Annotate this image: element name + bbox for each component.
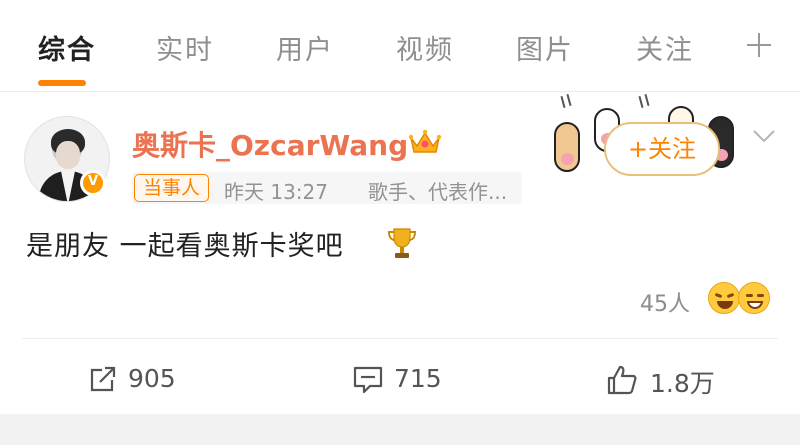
follow-button[interactable]: +关注	[604, 122, 720, 176]
thumb-up-icon	[607, 365, 637, 395]
like-count: 1.8万	[650, 369, 715, 398]
chevron-down-icon[interactable]	[752, 124, 776, 148]
grinning-emoji-icon[interactable]	[738, 282, 770, 314]
divider	[22, 338, 778, 339]
laughing-emoji-icon[interactable]	[708, 282, 740, 314]
feed-separator	[0, 414, 800, 445]
tab-following[interactable]: 关注	[636, 28, 694, 67]
repost-button[interactable]: 905	[88, 362, 188, 396]
status-badge: 当事人	[134, 174, 210, 202]
comment-count: 715	[394, 364, 442, 393]
active-tab-indicator	[38, 80, 86, 86]
author-description: 歌手、代表作...	[368, 180, 508, 204]
plus-icon[interactable]	[744, 30, 774, 60]
reaction-count[interactable]: 45人	[640, 286, 690, 318]
trophy-icon	[387, 228, 417, 258]
tab-videos[interactable]: 视频	[396, 28, 454, 67]
post-time: 昨天 13:27	[224, 180, 328, 204]
repost-count: 905	[128, 364, 176, 393]
tab-images[interactable]: 图片	[516, 28, 574, 67]
search-tab-bar: 综合 实时 用户 视频 图片 关注	[0, 0, 800, 92]
tab-comprehensive[interactable]: 综合	[38, 28, 96, 67]
tab-realtime[interactable]: 实时	[156, 28, 214, 67]
comment-icon	[353, 366, 383, 394]
author-name[interactable]: 奥斯卡_OzcarWang	[132, 124, 408, 164]
tab-users[interactable]: 用户	[276, 28, 334, 67]
crown-icon	[408, 129, 442, 153]
comment-button[interactable]: 715	[352, 362, 452, 396]
like-button[interactable]: 1.8万	[606, 362, 736, 398]
verified-v-icon	[80, 170, 106, 196]
share-icon	[90, 366, 116, 392]
post-text: 是朋友 一起看奥斯卡奖吧	[26, 231, 344, 262]
